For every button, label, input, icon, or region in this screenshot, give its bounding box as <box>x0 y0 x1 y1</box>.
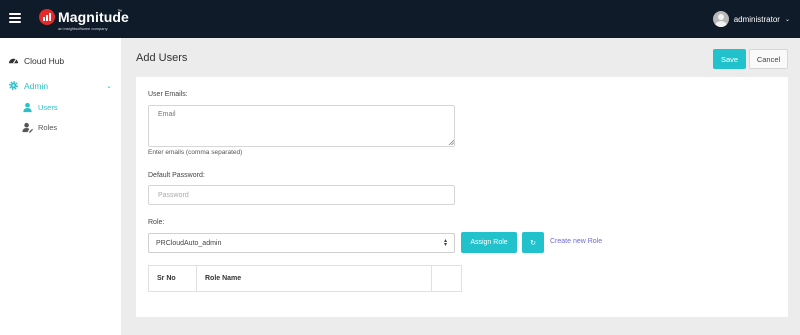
chevron-down-icon: ⌄ <box>784 16 790 23</box>
logo-trademark: ™ <box>117 9 122 15</box>
role-selected-value: PRCloudAuto_admin <box>156 239 222 247</box>
role-select[interactable]: PRCloudAuto_admin ▴ ▾ <box>148 233 455 253</box>
dashboard-icon <box>8 58 19 64</box>
user-icon <box>23 102 32 113</box>
user-edit-icon <box>22 122 33 133</box>
sidebar: Cloud Hub Admin ⌄ Users Roles <box>0 38 121 335</box>
table-header-actions <box>432 266 461 291</box>
top-navbar: Magnitude ™ an insightsoftware company a… <box>0 0 800 38</box>
magnitude-logo-icon <box>39 9 55 25</box>
assign-role-button[interactable]: Assign Role <box>461 232 517 253</box>
refresh-icon: ↻ <box>530 239 536 247</box>
chevron-down-icon: ⌄ <box>106 82 112 90</box>
avatar <box>712 11 729 27</box>
default-password-label: Default Password: <box>148 172 205 179</box>
roles-table: Sr No Role Name <box>148 265 462 292</box>
password-placeholder: Password <box>158 191 189 199</box>
user-emails-field[interactable] <box>148 105 455 147</box>
password-field[interactable]: Password <box>148 185 455 205</box>
hamburger-menu-icon[interactable] <box>9 13 21 23</box>
emails-hint: Enter emails (comma separated) <box>148 149 243 156</box>
sidebar-item-roles[interactable]: Roles <box>22 122 57 133</box>
sidebar-item-admin[interactable]: Admin ⌄ <box>8 80 112 91</box>
create-new-role-link[interactable]: Create new Role <box>550 238 602 245</box>
refresh-roles-button[interactable]: ↻ <box>522 232 544 253</box>
user-emails-label: User Emails: <box>148 91 188 98</box>
resize-grip-icon[interactable] <box>448 139 454 145</box>
cancel-button[interactable]: Cancel <box>749 49 788 69</box>
sidebar-item-label: Roles <box>38 123 58 132</box>
gear-icon <box>9 81 18 90</box>
user-name: administrator <box>733 14 780 24</box>
save-button[interactable]: Save <box>713 49 746 69</box>
sidebar-item-label: Users <box>38 103 58 112</box>
role-label: Role: <box>148 219 165 226</box>
user-menu[interactable]: administrator ⌄ <box>712 11 790 27</box>
sidebar-item-label: Cloud Hub <box>24 55 65 66</box>
page-title: Add Users <box>136 52 188 64</box>
sidebar-item-users[interactable]: Users <box>22 102 58 113</box>
sidebar-item-cloud-hub[interactable]: Cloud Hub <box>8 55 64 66</box>
sidebar-item-label: Admin <box>24 80 49 91</box>
select-arrows-icon: ▴ ▾ <box>443 238 447 248</box>
logo-subtitle: an insightsoftware company <box>58 26 108 31</box>
table-header-role-name: Role Name <box>197 266 432 291</box>
table-header-sr-no: Sr No <box>149 266 197 291</box>
